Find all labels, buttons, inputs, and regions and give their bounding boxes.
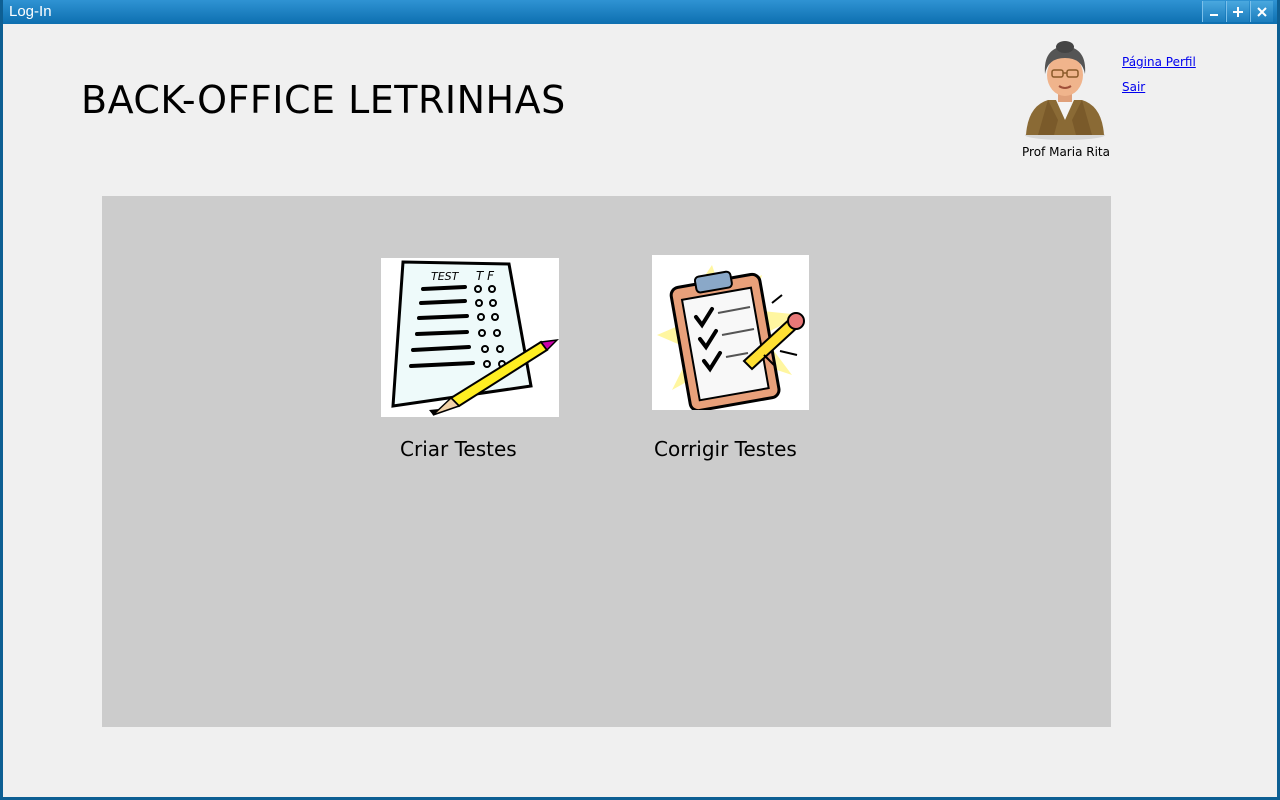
test-sheet-icon[interactable]: TEST T F (381, 258, 559, 417)
profile-page-link[interactable]: Página Perfil (1122, 55, 1196, 69)
user-name: Prof Maria Rita (1022, 145, 1110, 159)
svg-text:T F: T F (476, 269, 495, 283)
maximize-icon (1233, 7, 1243, 17)
title-bar[interactable]: Log-In (3, 0, 1277, 24)
correct-tests-button[interactable]: Corrigir Testes (654, 437, 797, 461)
close-icon (1257, 7, 1267, 17)
page-title: BACK-OFFICE LETRINHAS (81, 78, 566, 122)
window-title: Log-In (9, 3, 52, 20)
maximize-button[interactable] (1226, 1, 1249, 22)
minimize-icon (1210, 14, 1218, 16)
close-button[interactable] (1250, 1, 1273, 22)
svg-text:TEST: TEST (431, 270, 460, 283)
logout-link[interactable]: Sair (1122, 80, 1145, 94)
minimize-button[interactable] (1202, 1, 1225, 22)
teacher-avatar (1025, 41, 1105, 140)
app-window: Log-In BACK-OFFICE LETRINHAS Prof Maria … (0, 0, 1280, 800)
clipboard-check-icon[interactable] (652, 255, 809, 410)
create-tests-button[interactable]: Criar Testes (400, 437, 517, 461)
main-panel: TEST T F Criar Testes Corrigir Testes (102, 196, 1111, 727)
